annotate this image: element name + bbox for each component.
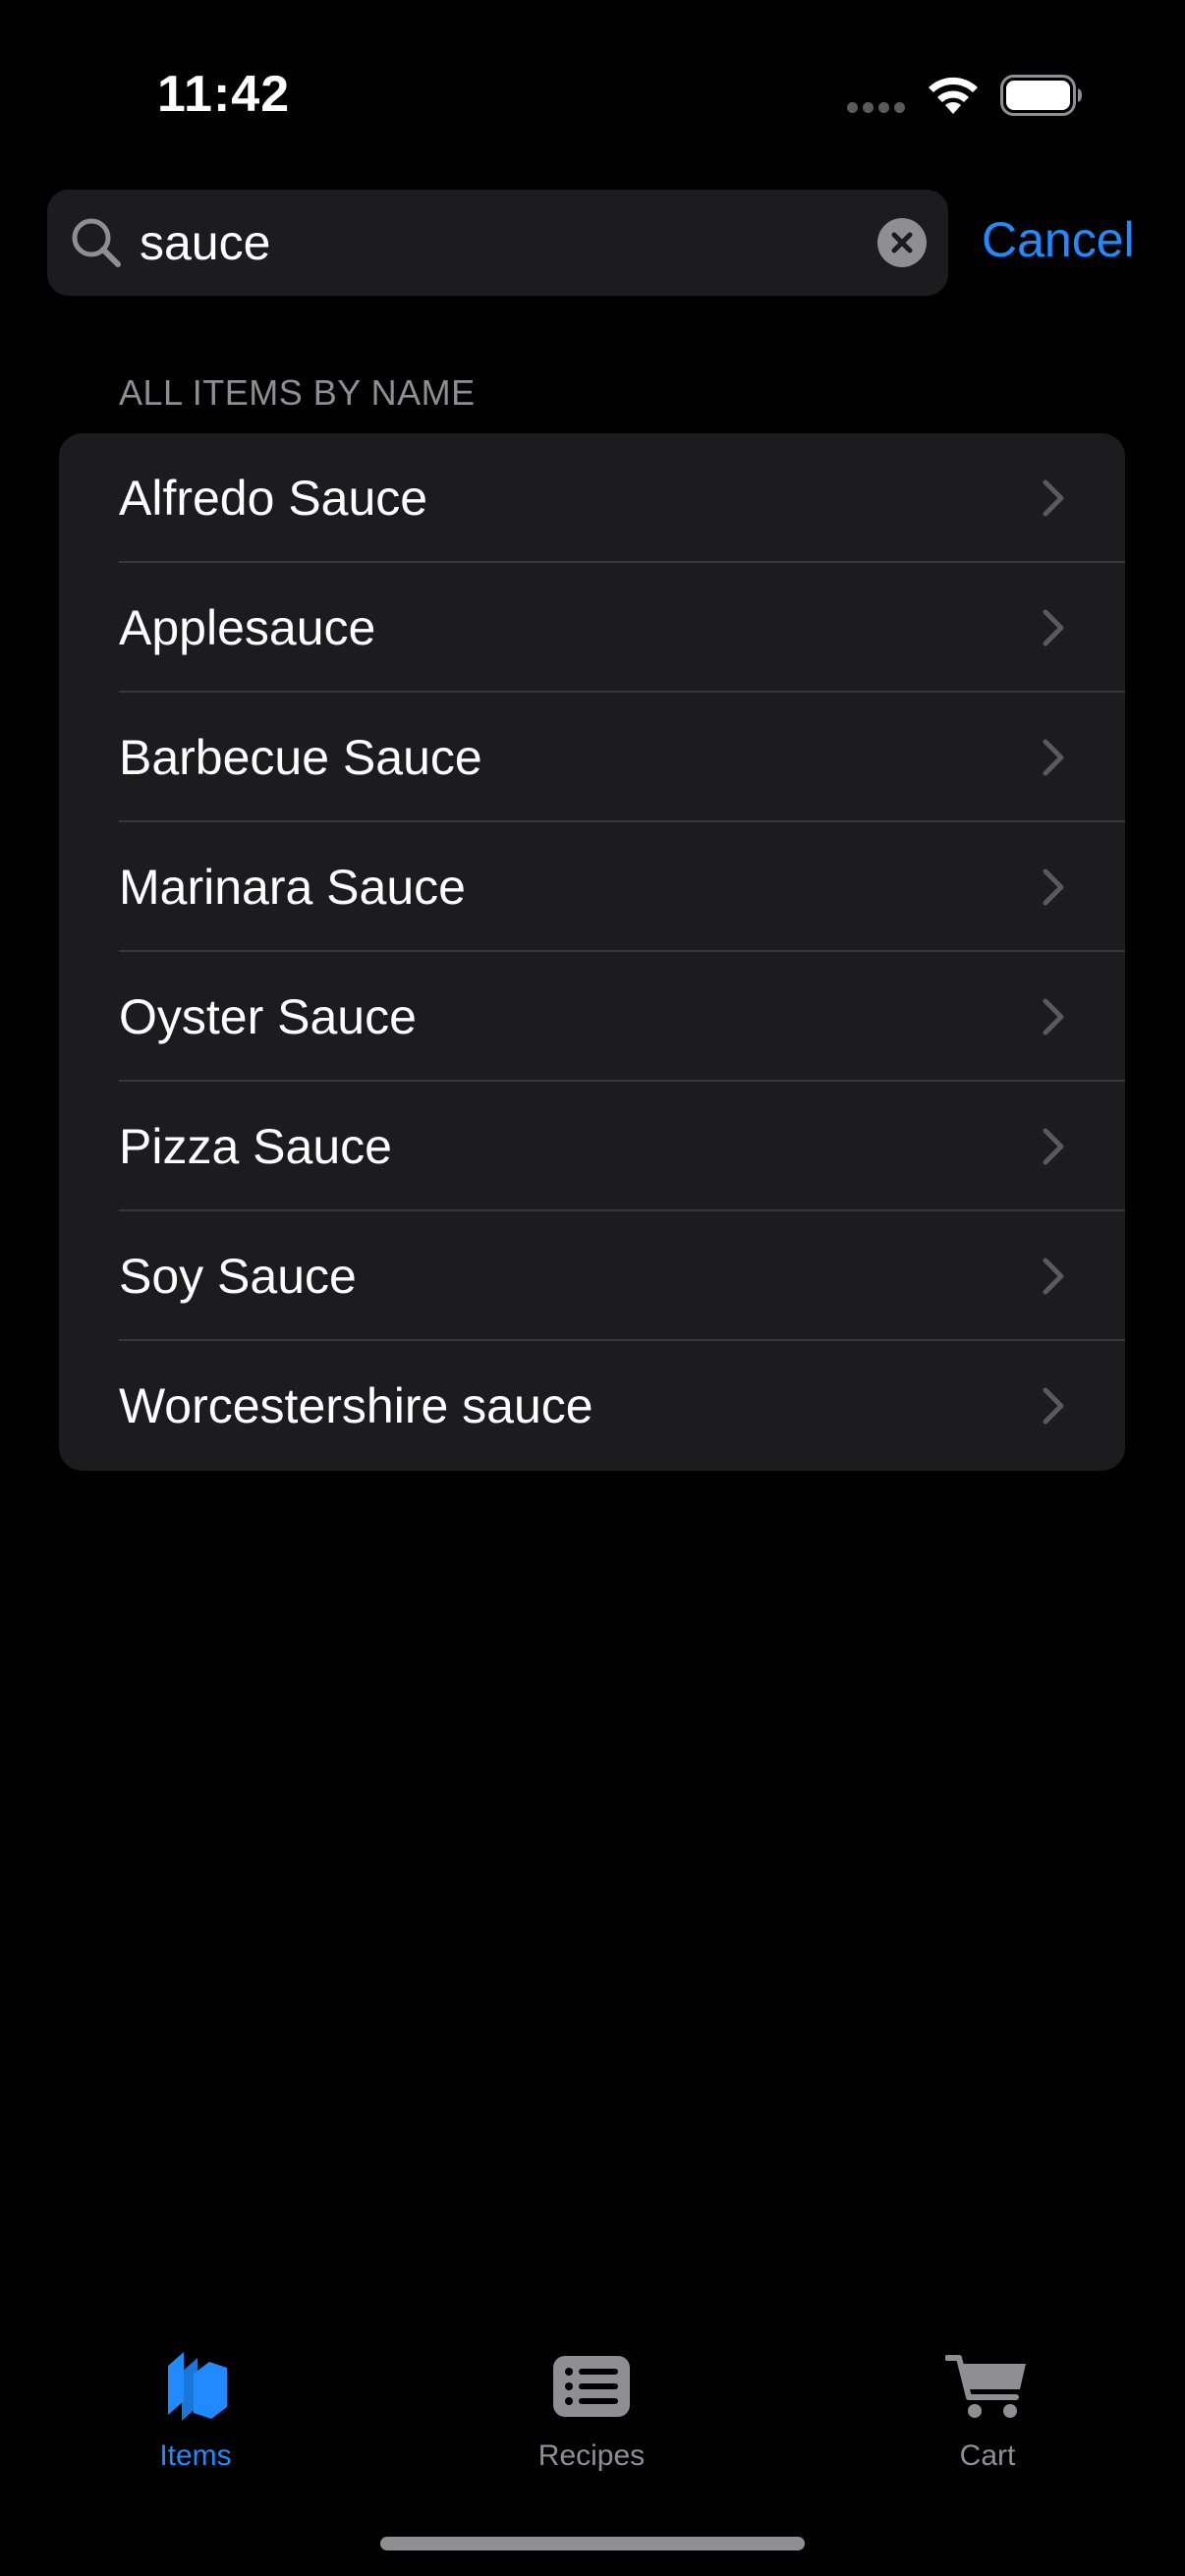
chevron-right-icon: [1043, 998, 1064, 1036]
chevron-right-icon: [1043, 1258, 1064, 1295]
list-item[interactable]: Applesauce: [59, 563, 1125, 693]
search-icon: [72, 218, 121, 267]
chevron-right-icon: [1043, 868, 1064, 906]
tab-items[interactable]: Items: [78, 2328, 313, 2476]
wifi-icon: [929, 77, 978, 114]
battery-icon: [1000, 75, 1082, 116]
list-item-label: Worcestershire sauce: [119, 1378, 593, 1433]
items-list: Alfredo Sauce Applesauce Barbecue Sauce …: [59, 433, 1125, 1471]
list-item[interactable]: Soy Sauce: [59, 1211, 1125, 1341]
chevron-right-icon: [1043, 479, 1064, 517]
section-header: ALL ITEMS BY NAME: [119, 372, 476, 413]
list-item-label: Applesauce: [119, 600, 376, 655]
home-indicator[interactable]: [380, 2537, 805, 2550]
list-item[interactable]: Alfredo Sauce: [59, 433, 1125, 563]
chevron-right-icon: [1043, 1128, 1064, 1165]
cart-icon: [945, 2355, 1026, 2418]
tab-cart[interactable]: Cart: [870, 2328, 1105, 2476]
list-item[interactable]: Barbecue Sauce: [59, 693, 1125, 822]
tab-label: Recipes: [537, 2439, 646, 2472]
chevron-right-icon: [1043, 739, 1064, 776]
items-icon: [168, 2352, 227, 2421]
list-item[interactable]: Worcestershire sauce: [59, 1341, 1125, 1471]
search-input[interactable]: sauce: [140, 215, 270, 270]
chevron-right-icon: [1043, 609, 1064, 646]
list-item-label: Pizza Sauce: [119, 1119, 392, 1174]
tab-label: Items: [159, 2439, 232, 2472]
list-item[interactable]: Marinara Sauce: [59, 822, 1125, 952]
recipes-icon: [553, 2356, 630, 2417]
list-item-label: Oyster Sauce: [119, 989, 417, 1044]
status-bar: 11:42: [0, 0, 1185, 187]
cellular-signal-icon: [847, 102, 906, 116]
cancel-button[interactable]: Cancel: [982, 210, 1135, 269]
list-item-label: Barbecue Sauce: [119, 730, 482, 785]
list-item-label: Soy Sauce: [119, 1249, 357, 1304]
tab-label: Cart: [959, 2439, 1016, 2472]
list-item-label: Marinara Sauce: [119, 860, 466, 915]
search-field[interactable]: sauce: [47, 190, 948, 296]
chevron-right-icon: [1043, 1387, 1064, 1425]
list-item-label: Alfredo Sauce: [119, 471, 428, 526]
list-item[interactable]: Pizza Sauce: [59, 1082, 1125, 1211]
close-icon: [891, 232, 913, 253]
tab-recipes[interactable]: Recipes: [474, 2328, 709, 2476]
clear-search-button[interactable]: [877, 218, 927, 267]
list-item[interactable]: Oyster Sauce: [59, 952, 1125, 1082]
status-time: 11:42: [157, 66, 291, 123]
